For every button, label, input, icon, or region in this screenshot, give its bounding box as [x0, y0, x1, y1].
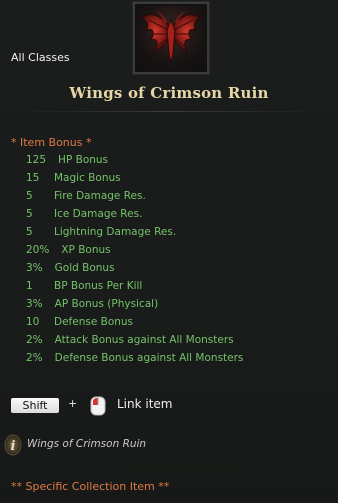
item-title: Wings of Crimson Ruin — [69, 84, 269, 102]
bonus-entry: 1 BP Bonus Per Kill — [26, 278, 243, 296]
link-item-label: Link item — [117, 397, 173, 411]
bonus-value: 5 — [26, 190, 33, 202]
bonus-entry: 20% XP Bonus — [26, 242, 243, 260]
bonus-entry: 5 Fire Damage Res. — [26, 188, 243, 206]
bonus-entry: 2% Attack Bonus against All Monsters — [26, 332, 243, 350]
bonus-label: Lightning Damage Res. — [54, 226, 177, 238]
bonus-label: Defense Bonus — [54, 316, 134, 328]
shift-key: Shift — [11, 398, 59, 413]
bonus-entry: 5 Ice Damage Res. — [26, 206, 243, 224]
bonus-value: 10 — [26, 316, 40, 328]
bonus-entry: 10 Defense Bonus — [26, 314, 243, 332]
bonus-label: Defense Bonus against All Monsters — [54, 352, 244, 364]
bonus-label: HP Bonus — [58, 154, 109, 166]
bonus-entry: 15 Magic Bonus — [26, 170, 243, 188]
bonus-label: Magic Bonus — [54, 172, 121, 184]
bonus-value: 5 — [26, 208, 33, 220]
svg-text:i: i — [11, 439, 16, 454]
mouse-left-click-icon — [90, 396, 106, 416]
bonus-label: XP Bonus — [61, 244, 111, 256]
bonus-value: 20% — [26, 244, 50, 256]
bonus-label: AP Bonus (Physical) — [54, 298, 159, 310]
bonus-value: 2% — [26, 334, 43, 346]
bonus-value: 5 — [26, 226, 33, 238]
bonus-label: Attack Bonus against All Monsters — [54, 334, 234, 346]
title-divider — [12, 111, 326, 112]
bonus-label: Fire Damage Res. — [54, 190, 146, 202]
collection-note: ** Specific Collection Item ** — [11, 480, 170, 493]
bonus-value: 15 — [26, 172, 40, 184]
bonus-value: 3% — [26, 262, 43, 274]
bonus-entry: 3% AP Bonus (Physical) — [26, 296, 243, 314]
item-icon-frame — [133, 2, 209, 74]
item-bonus-header: * Item Bonus * — [11, 136, 92, 149]
plus-sign: + — [68, 397, 78, 410]
link-item-hint: Shift + Link item — [11, 396, 311, 416]
bonus-label: Ice Damage Res. — [54, 208, 143, 220]
bonus-entry: 5 Lightning Damage Res. — [26, 224, 243, 242]
bonus-label: Gold Bonus — [54, 262, 115, 274]
bonus-entry: 125 HP Bonus — [26, 152, 243, 170]
crimson-wings-icon — [139, 10, 203, 63]
bonus-entry: 3% Gold Bonus — [26, 260, 243, 278]
bonus-value: 3% — [26, 298, 43, 310]
bonus-value: 2% — [26, 352, 43, 364]
info-icon: i — [4, 434, 22, 456]
bonus-value: 1 — [26, 280, 33, 292]
item-bonus-list: 125 HP Bonus 15 Magic Bonus 5 Fire Damage R… — [26, 152, 243, 368]
bonus-value: 125 — [26, 154, 47, 166]
item-tooltip: All Classes Wings of Crimson Ruin * Item… — [0, 0, 338, 503]
class-restriction: All Classes — [11, 51, 70, 64]
bonus-label: BP Bonus Per Kill — [54, 280, 143, 292]
info-item-name: Wings of Crimson Ruin — [27, 438, 147, 450]
bonus-entry: 2% Defense Bonus against All Monsters — [26, 350, 243, 368]
